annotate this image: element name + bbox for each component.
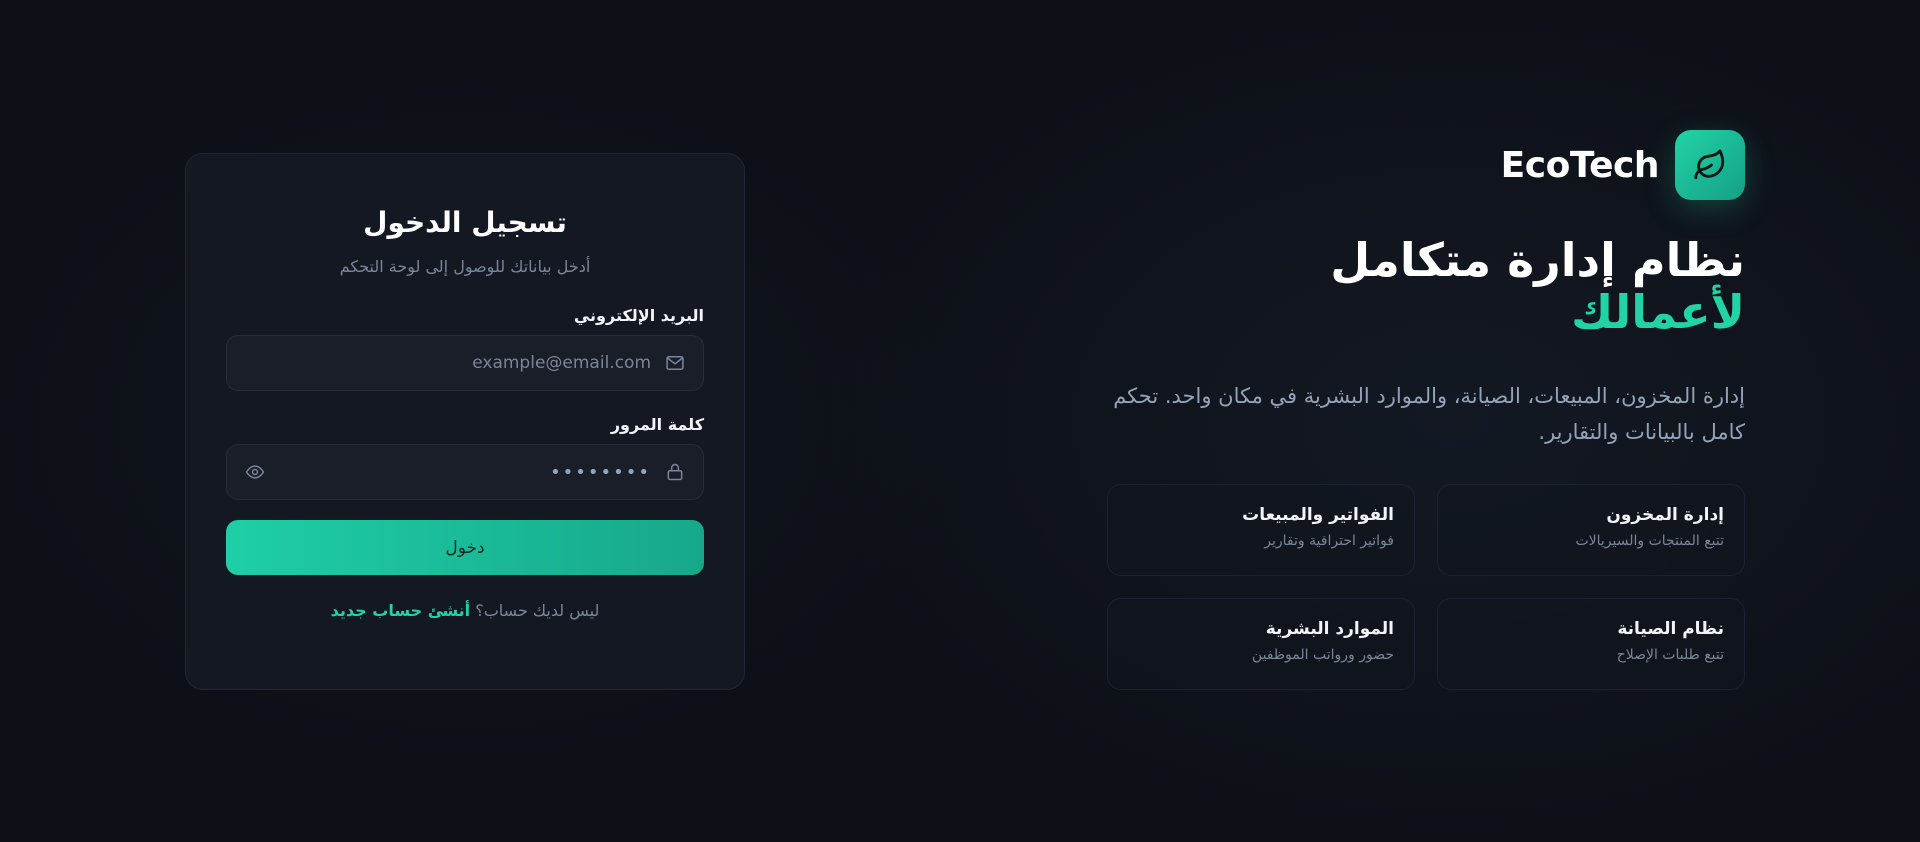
signup-row: ليس لديك حساب؟ أنشئ حساب جديد [226, 601, 704, 620]
mail-icon [665, 353, 685, 373]
login-button[interactable]: دخول [226, 520, 704, 575]
password-input[interactable] [279, 461, 651, 483]
lock-icon [665, 462, 685, 482]
hero-headline: نظام إدارة متكامل لأعمالك [1105, 234, 1745, 338]
feature-desc: حضور ورواتب الموظفين [1251, 647, 1394, 663]
feature-card-hr: الموارد البشرية حضور ورواتب الموظفين [1107, 598, 1415, 690]
feature-desc: فواتير احترافية وتقارير [1264, 533, 1394, 549]
login-title: تسجيل الدخول [363, 206, 567, 239]
signup-link[interactable]: أنشئ حساب جديد [331, 601, 471, 620]
signup-prompt: ليس لديك حساب؟ [475, 601, 600, 620]
eye-icon[interactable] [245, 462, 265, 482]
brand-name: EcoTech [1500, 144, 1660, 186]
headline-line1: نظام إدارة متكامل [1330, 233, 1745, 287]
login-card: تسجيل الدخول أدخل بياناتك للوصول إلى لوح… [185, 153, 745, 690]
feature-card-inventory: إدارة المخزون تتبع المنتجات والسيريالات [1437, 484, 1745, 576]
brand: EcoTech [1105, 130, 1745, 200]
feature-desc: تتبع طلبات الإصلاح [1616, 647, 1724, 663]
password-label: كلمة المرور [610, 415, 704, 434]
feature-title: الموارد البشرية [1265, 619, 1394, 639]
hero-section: EcoTech نظام إدارة متكامل لأعمالك إدارة … [1105, 130, 1745, 690]
feature-title: الفواتير والمبيعات [1242, 505, 1394, 525]
feature-card-invoices: الفواتير والمبيعات فواتير احترافية وتقار… [1107, 484, 1415, 576]
email-label: البريد الإلكتروني [573, 306, 704, 325]
feature-grid: إدارة المخزون تتبع المنتجات والسيريالات … [1105, 484, 1745, 690]
hero-description: إدارة المخزون، المبيعات، الصيانة، والموا… [1113, 384, 1745, 444]
feature-title: نظام الصيانة [1617, 619, 1724, 639]
email-input[interactable] [245, 353, 651, 373]
leaf-icon [1693, 148, 1727, 182]
feature-card-maintenance: نظام الصيانة تتبع طلبات الإصلاح [1437, 598, 1745, 690]
brand-logo [1675, 130, 1745, 200]
feature-title: إدارة المخزون [1606, 505, 1724, 525]
headline-line2: لأعمالك [1571, 285, 1745, 339]
email-field-wrapper [226, 335, 704, 391]
password-field-wrapper [226, 444, 704, 500]
login-subtitle: أدخل بياناتك للوصول إلى لوحة التحكم [339, 257, 591, 276]
feature-desc: تتبع المنتجات والسيريالات [1575, 533, 1724, 549]
